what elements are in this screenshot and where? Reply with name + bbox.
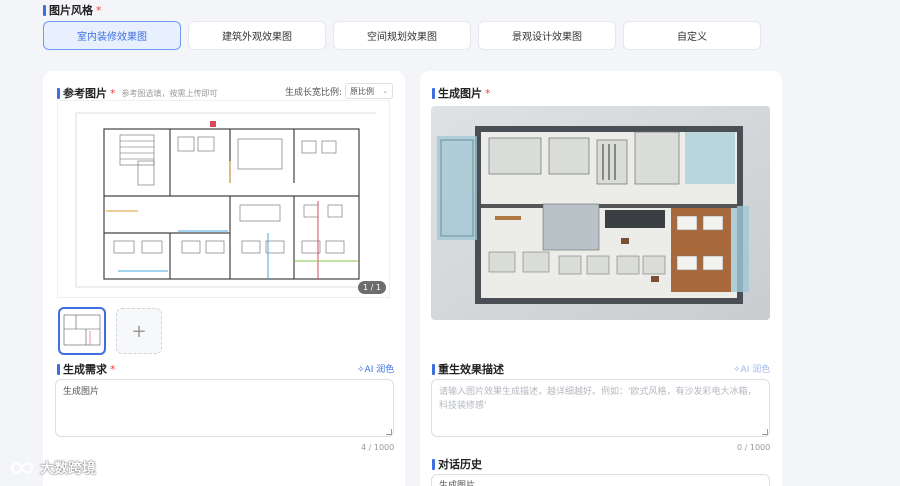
required-mark: * bbox=[110, 362, 116, 376]
generated-title: 生成图片 * bbox=[432, 85, 491, 101]
style-title-text: 图片风格 bbox=[49, 4, 93, 17]
tab-custom[interactable]: 自定义 bbox=[623, 21, 761, 50]
reference-hint: 参考图选填，按需上传即可 bbox=[121, 88, 218, 98]
history-item[interactable]: 生成图片 bbox=[431, 474, 770, 486]
ratio-select[interactable]: 原比例 ⌄ bbox=[345, 83, 393, 99]
title-accent-bar bbox=[57, 87, 60, 99]
resize-handle-icon[interactable] bbox=[762, 429, 768, 435]
ai-polish-button[interactable]: ✧AI 润色 bbox=[357, 362, 394, 375]
sparkle-icon: ✧ bbox=[733, 365, 741, 375]
history-title-text: 对话历史 bbox=[438, 458, 482, 471]
add-image-button[interactable]: + bbox=[116, 308, 162, 354]
regen-ai-polish-button[interactable]: ✧AI 润色 bbox=[733, 362, 770, 375]
regen-title: 重生效果描述 bbox=[432, 361, 504, 377]
tab-exterior[interactable]: 建筑外观效果图 bbox=[188, 21, 326, 50]
floor-plan-drawing bbox=[75, 112, 376, 288]
watermark-logo: 大数跨境 bbox=[8, 458, 96, 478]
infinity-logo-icon bbox=[10, 462, 34, 474]
regen-textarea[interactable]: 请输入图片效果生成描述，越详细越好。例如：'欧式风格，有沙发彩电大冰箱，科技装修… bbox=[431, 379, 770, 437]
generated-render bbox=[431, 106, 770, 320]
requirement-title-text: 生成需求 bbox=[63, 363, 107, 376]
style-tabs: 室内装修效果图 建筑外观效果图 空间规划效果图 景观设计效果图 自定义 bbox=[43, 21, 761, 50]
sparkle-icon: ✧ bbox=[357, 365, 365, 375]
required-mark: * bbox=[96, 3, 102, 17]
generated-image[interactable] bbox=[431, 106, 770, 320]
resize-handle-icon[interactable] bbox=[386, 429, 392, 435]
requirement-textarea[interactable]: 生成图片 bbox=[55, 379, 394, 437]
title-accent-bar bbox=[57, 363, 60, 375]
regen-title-text: 重生效果描述 bbox=[438, 363, 504, 376]
requirement-counter: 4 / 1000 bbox=[361, 443, 395, 452]
ai-polish-label: AI 润色 bbox=[364, 365, 395, 375]
title-accent-bar bbox=[432, 458, 435, 470]
tab-landscape[interactable]: 景观设计效果图 bbox=[478, 21, 616, 50]
title-accent-bar bbox=[432, 363, 435, 375]
ratio-label: 生成长宽比例: bbox=[285, 88, 343, 98]
regen-counter: 0 / 1000 bbox=[737, 443, 771, 452]
generated-title-text: 生成图片 bbox=[438, 87, 482, 100]
style-section-title: 图片风格 * bbox=[43, 2, 102, 18]
title-accent-bar bbox=[43, 4, 46, 16]
reference-title: 参考图片 * 参考图选填，按需上传即可 bbox=[57, 85, 218, 101]
tab-interior[interactable]: 室内装修效果图 bbox=[43, 21, 181, 50]
ratio-value: 原比例 bbox=[350, 86, 374, 96]
tab-space-planning[interactable]: 空间规划效果图 bbox=[333, 21, 471, 50]
reference-image[interactable] bbox=[57, 100, 390, 298]
required-mark: * bbox=[110, 86, 116, 100]
requirement-title: 生成需求 * bbox=[57, 361, 116, 377]
required-mark: * bbox=[485, 86, 491, 100]
title-accent-bar bbox=[432, 87, 435, 99]
watermark-text: 大数跨境 bbox=[40, 461, 96, 477]
thumbnail-drawing bbox=[63, 314, 101, 346]
regen-ai-polish-label: AI 润色 bbox=[740, 365, 771, 375]
plus-icon: + bbox=[131, 320, 147, 342]
history-title: 对话历史 bbox=[432, 456, 482, 472]
page-indicator: 1 / 1 bbox=[358, 281, 386, 294]
chevron-down-icon: ⌄ bbox=[382, 87, 388, 95]
reference-title-text: 参考图片 bbox=[63, 87, 107, 100]
reference-thumbnail[interactable] bbox=[58, 307, 106, 355]
